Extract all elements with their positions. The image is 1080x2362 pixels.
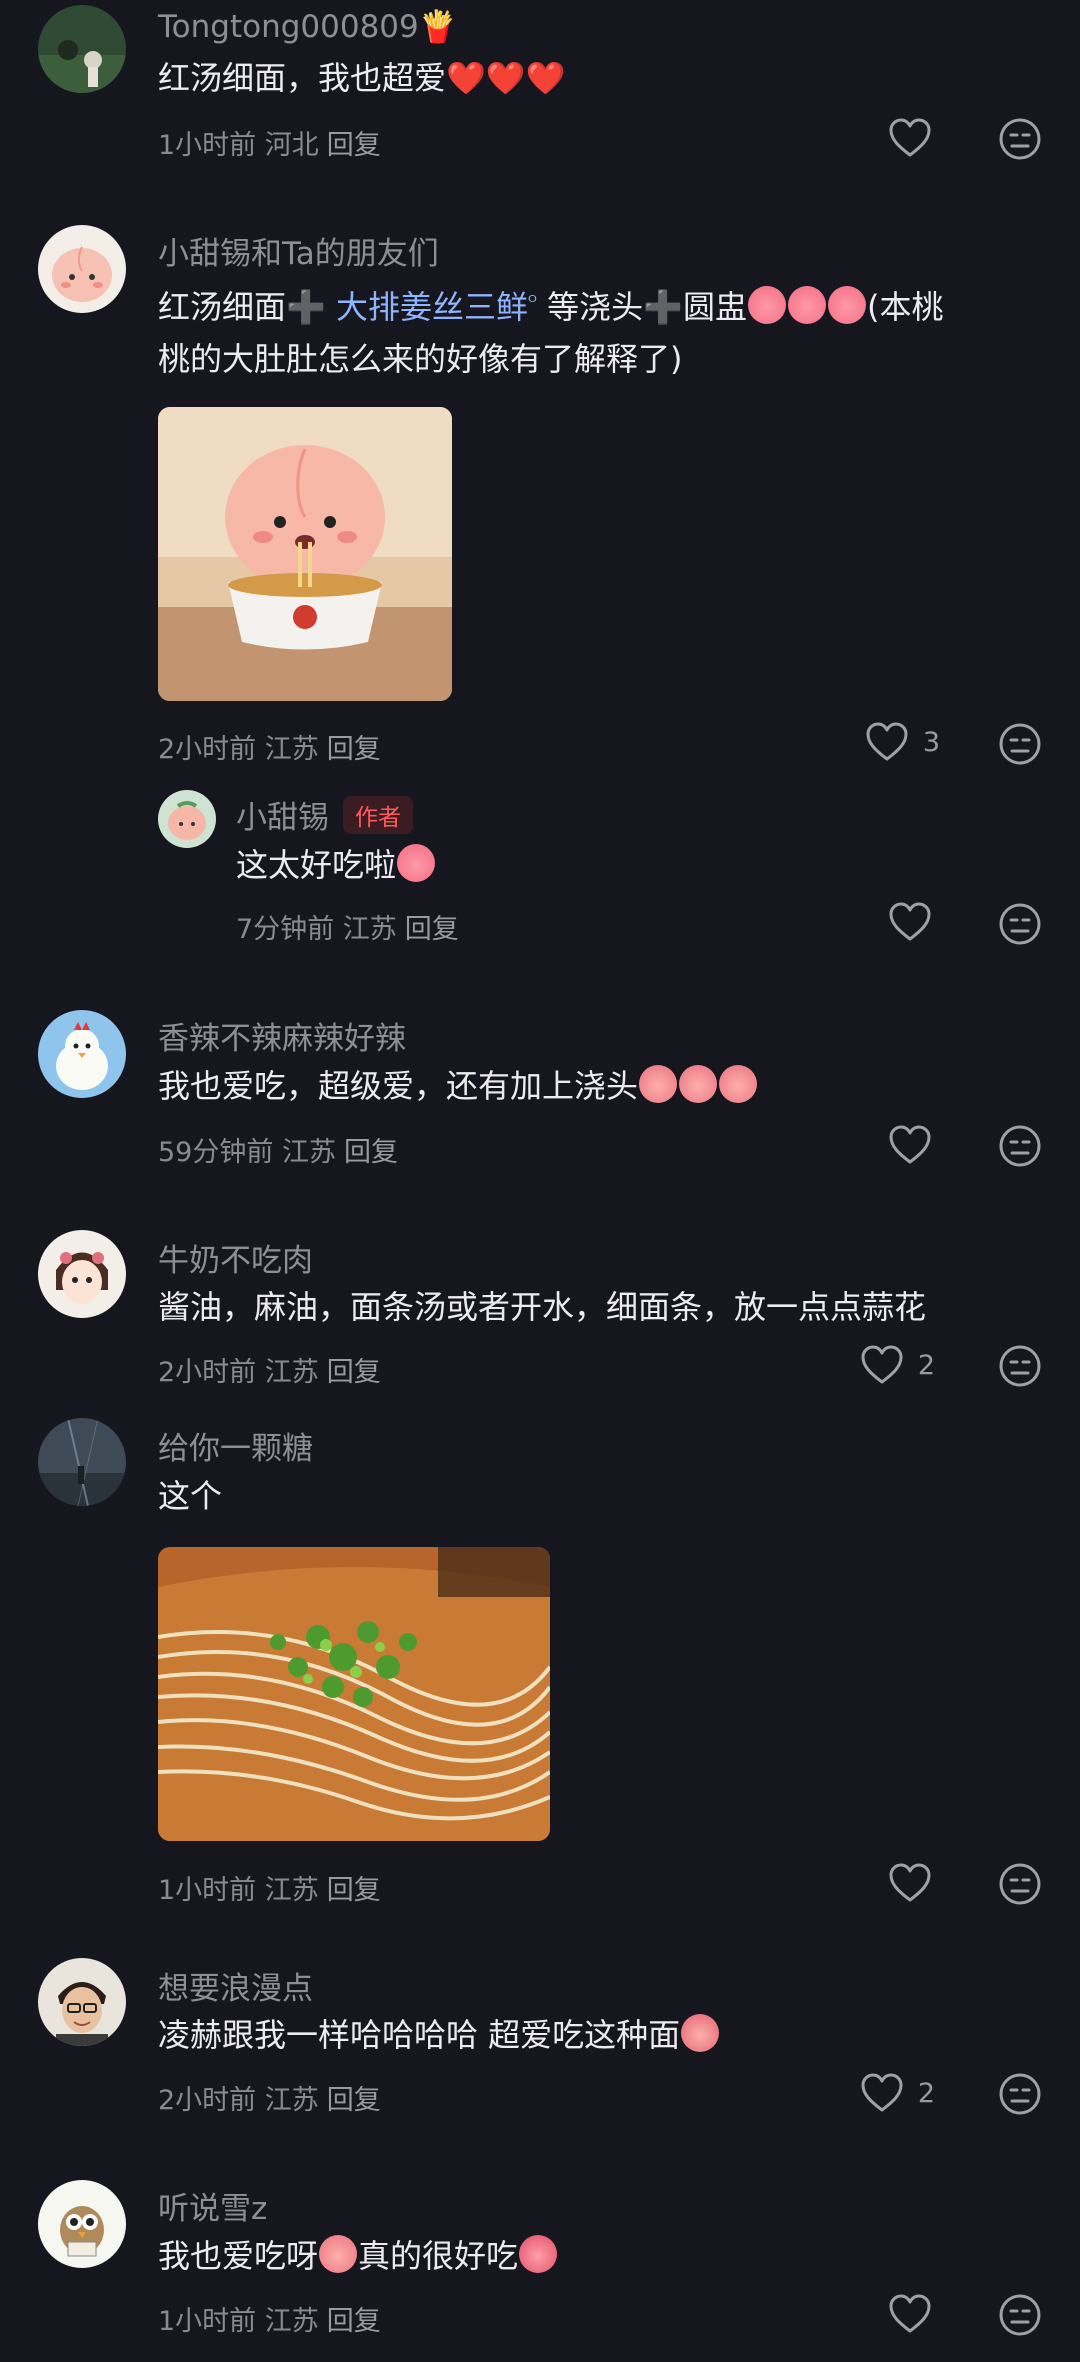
heart-outline-icon (888, 118, 932, 158)
meh-face-icon (998, 1862, 1042, 1906)
comment-meta: 59分钟前 江苏 回复 (158, 1137, 398, 1168)
reply-button[interactable]: 回复 (327, 734, 381, 765)
like-count: 2 (917, 1349, 935, 1381)
peach-emoji (396, 844, 436, 884)
comment-text: 酱油，麻油，面条汤或者开水，细面条，放一点点蒜花 (158, 1288, 927, 1326)
comment-username[interactable]: 小甜锡和Ta的朋友们 (158, 228, 439, 273)
comment-meta: 1小时前 河北 回复 (158, 130, 381, 161)
meh-face-icon (998, 1124, 1042, 1168)
author-badge: 作者 (343, 796, 413, 834)
comment-meta: 2小时前 江苏 回复 (158, 1357, 381, 1388)
reply-button[interactable]: 回复 (327, 2085, 381, 2116)
like-button[interactable]: 2 (860, 2073, 935, 2113)
comment-text: 红汤细面➕ 大排姜丝三鲜ᴼ 等浇头➕圆盅 (本桃 桃的大肚肚怎么来的好像有了解释了) (158, 286, 944, 378)
heart-outline-icon (888, 902, 932, 942)
reply-username[interactable]: 小甜锡 作者 (236, 792, 413, 837)
comment-username[interactable]: Tongtong000809🍟 (158, 8, 457, 45)
dislike-button[interactable] (998, 722, 1042, 766)
peach-emoji (747, 286, 867, 326)
heart-outline-icon (888, 1863, 932, 1903)
heart-outline-icon (860, 2073, 904, 2113)
avatar[interactable] (38, 5, 126, 93)
avatar[interactable] (38, 1010, 126, 1098)
comment-username[interactable]: 香辣不辣麻辣好辣 (158, 1013, 406, 1058)
comment-username[interactable]: 牛奶不吃肉 (158, 1235, 313, 1280)
comment-username[interactable]: 想要浪漫点 (158, 1963, 313, 2008)
comment-text: 我也爱吃，超级爱，还有加上浇头 (158, 1060, 1038, 1112)
comment-text: 凌赫跟我一样哈哈哈哈 超爱吃这种面 (158, 2009, 1038, 2061)
heart-outline-icon (860, 1345, 904, 1385)
dislike-button[interactable] (998, 2293, 1042, 2337)
meh-face-icon (998, 2293, 1042, 2337)
peach-emoji (638, 1065, 758, 1105)
meh-face-icon (998, 902, 1042, 946)
reply-button[interactable]: 回复 (405, 914, 459, 945)
reply-button[interactable]: 回复 (327, 2306, 381, 2337)
like-count: 3 (922, 726, 940, 758)
meh-face-icon (998, 117, 1042, 161)
like-button[interactable] (888, 118, 932, 158)
comment-text: 红汤细面，我也超爱❤️❤️❤️ (158, 59, 566, 97)
comment-username[interactable]: 给你一颗糖 (158, 1423, 313, 1468)
fries-emoji: 🍟 (418, 9, 458, 45)
comment-text: 我也爱吃呀 真的很好吃 (158, 2230, 1038, 2282)
comment-image[interactable] (158, 407, 452, 701)
like-button[interactable] (888, 2294, 932, 2334)
topic-link[interactable]: 大排姜丝三鲜ᴼ (336, 288, 537, 326)
reply-button[interactable]: 回复 (327, 130, 381, 161)
reply-text: 这太好吃啦 (236, 840, 436, 886)
dislike-button[interactable] (998, 902, 1042, 946)
dislike-button[interactable] (998, 1344, 1042, 1388)
dislike-button[interactable] (998, 1124, 1042, 1168)
avatar[interactable] (38, 1958, 126, 2046)
avatar[interactable] (38, 2180, 126, 2268)
heart-emoji: ❤️❤️❤️ (446, 59, 566, 97)
avatar[interactable] (38, 1230, 126, 1318)
search-icon: ᴼ (528, 292, 537, 313)
reply-button[interactable]: 回复 (344, 1137, 398, 1168)
meh-face-icon (998, 2072, 1042, 2116)
like-button[interactable]: 3 (865, 722, 940, 762)
meh-face-icon (998, 722, 1042, 766)
avatar[interactable] (158, 790, 216, 848)
comment-text: 这个 (158, 1477, 223, 1515)
peach-emoji (680, 2014, 720, 2054)
comment-meta: 2小时前 江苏 回复 (158, 2085, 381, 2116)
like-button[interactable] (888, 902, 932, 942)
avatar[interactable] (38, 225, 126, 313)
heart-outline-icon (888, 1125, 932, 1165)
comment-meta: 1小时前 江苏 回复 (158, 1875, 381, 1906)
reply-button[interactable]: 回复 (327, 1357, 381, 1388)
comment-meta: 2小时前 江苏 回复 (158, 734, 381, 765)
reply-button[interactable]: 回复 (327, 1875, 381, 1906)
dislike-button[interactable] (998, 1862, 1042, 1906)
like-button[interactable] (888, 1863, 932, 1903)
peach-emoji (518, 2235, 558, 2275)
like-count: 2 (917, 2077, 935, 2109)
heart-outline-icon (865, 722, 909, 762)
avatar[interactable] (38, 1418, 126, 1506)
comment-meta: 1小时前 江苏 回复 (158, 2306, 381, 2337)
meh-face-icon (998, 1344, 1042, 1388)
comment-image[interactable] (158, 1547, 550, 1841)
like-button[interactable]: 2 (860, 1345, 935, 1385)
peach-emoji (318, 2235, 358, 2275)
dislike-button[interactable] (998, 117, 1042, 161)
reply-meta: 7分钟前 江苏 回复 (236, 914, 459, 945)
like-button[interactable] (888, 1125, 932, 1165)
heart-outline-icon (888, 2294, 932, 2334)
dislike-button[interactable] (998, 2072, 1042, 2116)
comment-username[interactable]: 听说雪z (158, 2183, 267, 2228)
